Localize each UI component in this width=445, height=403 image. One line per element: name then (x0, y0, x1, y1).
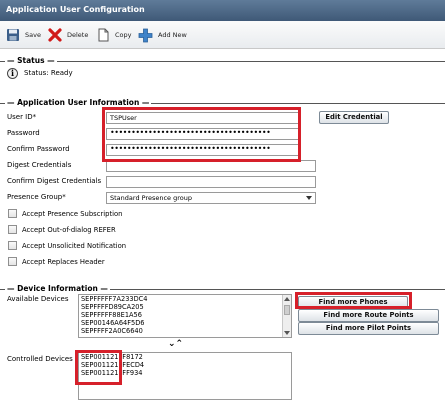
available-devices-label: Available Devices (7, 295, 69, 303)
save-label: Save (25, 31, 41, 39)
controlled-devices-label: Controlled Devices (7, 355, 73, 363)
add-icon (138, 28, 153, 42)
credentials-highlight (102, 107, 301, 162)
controlled-devices-highlight (75, 350, 122, 385)
copy-label: Copy (115, 31, 132, 39)
password-label: Password (7, 129, 40, 137)
list-item[interactable]: SEPFFFFD89CA205 (79, 303, 291, 311)
move-devices-arrows[interactable]: ⌄⌃ (168, 339, 183, 349)
list-item[interactable]: SEP00146A64F5D6 (79, 319, 291, 327)
copy-button[interactable]: Copy (96, 26, 132, 44)
confirm-digest-label: Confirm Digest Credentials (7, 177, 102, 185)
find-more-route-points-button[interactable]: Find more Route Points (298, 309, 439, 322)
checkbox-box[interactable] (8, 257, 17, 266)
checkbox-label: Accept Out-of-dialog REFER (22, 225, 116, 234)
user-info-section-title: — Application User Information — (5, 98, 152, 107)
presence-group-select[interactable]: Standard Presence group (106, 192, 316, 204)
add-new-button[interactable]: Add New (138, 26, 187, 44)
find-more-pilot-points-button[interactable]: Find more Pilot Points (298, 322, 439, 335)
checkbox-label: Accept Replaces Header (22, 257, 105, 266)
status-text: Status: Ready (24, 69, 73, 77)
presence-group-value: Standard Presence group (110, 194, 192, 202)
digest-credentials-label: Digest Credentials (7, 161, 72, 169)
confirm-digest-field[interactable] (106, 176, 316, 188)
list-scrollbar[interactable] (282, 295, 291, 337)
checkbox-box[interactable] (8, 225, 17, 234)
confirm-password-label: Confirm Password (7, 145, 70, 153)
chevron-down-icon (306, 196, 312, 200)
available-devices-list[interactable]: SEPFFFFF7A233DC4 SEPFFFFD89CA205 SEPFFFF… (78, 294, 292, 338)
move-arrows-icon[interactable]: ⌄⌃ (168, 339, 183, 349)
checkbox-box[interactable] (8, 209, 17, 218)
toolbar: Save Delete Copy Add New (0, 21, 445, 49)
user-id-label: User ID* (7, 113, 37, 121)
accept-presence-subscription-checkbox[interactable]: Accept Presence Subscription (8, 209, 122, 218)
checkbox-box[interactable] (8, 241, 17, 250)
copy-icon (98, 28, 109, 42)
status-section-rule (0, 61, 445, 62)
scroll-up-icon[interactable] (284, 297, 290, 301)
status-section-title: — Status — (5, 56, 57, 65)
delete-icon (48, 28, 62, 42)
checkbox-label: Accept Unsolicited Notification (22, 241, 127, 250)
accept-out-of-dialog-refer-checkbox[interactable]: Accept Out-of-dialog REFER (8, 225, 116, 234)
presence-group-label: Presence Group* (7, 193, 66, 201)
device-info-section-title: — Device Information — (5, 284, 110, 293)
edit-credential-button[interactable]: Edit Credential (319, 111, 389, 124)
list-item[interactable]: SEPFFFFF7A233DC4 (79, 295, 291, 303)
list-item[interactable]: SEPFFFFF88E1A56 (79, 311, 291, 319)
accept-unsolicited-notification-checkbox[interactable]: Accept Unsolicited Notification (8, 241, 126, 250)
save-icon (7, 29, 19, 41)
list-item[interactable]: SEPFFFF2A0C6640 (79, 327, 291, 335)
scroll-thumb[interactable] (284, 305, 290, 315)
save-button[interactable]: Save (6, 26, 41, 44)
delete-button[interactable]: Delete (48, 26, 88, 44)
checkbox-label: Accept Presence Subscription (22, 209, 123, 218)
delete-label: Delete (67, 31, 89, 39)
accept-replaces-header-checkbox[interactable]: Accept Replaces Header (8, 257, 105, 266)
window-title: Application User Configuration (0, 0, 445, 21)
add-new-label: Add New (158, 31, 187, 39)
find-phones-highlight (295, 292, 412, 309)
scroll-down-icon[interactable] (284, 331, 290, 335)
info-icon: i (7, 68, 18, 79)
